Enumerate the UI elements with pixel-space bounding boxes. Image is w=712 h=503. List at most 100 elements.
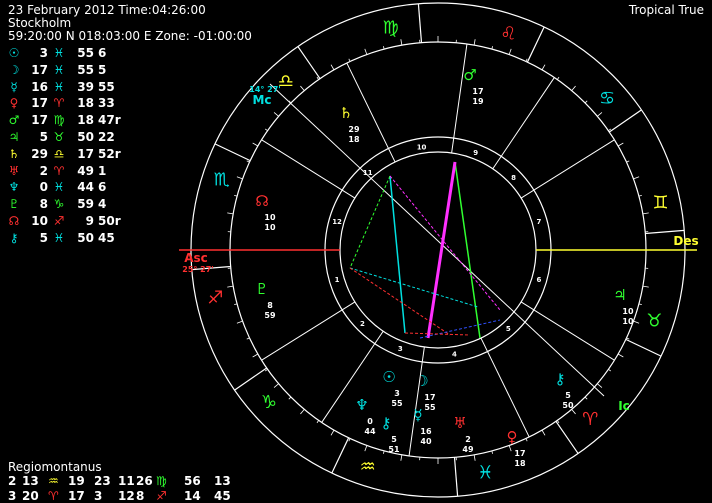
degree-tick <box>541 429 546 436</box>
planet-minute-label: 59 <box>264 311 276 320</box>
degree-tick <box>400 454 403 461</box>
aspect-line <box>349 267 479 308</box>
planet-degree-label: 10 <box>264 213 276 222</box>
zodiac-glyph-icon: ♉ <box>646 310 662 331</box>
degree-tick <box>556 76 560 80</box>
zodiac-glyph-icon: ♍ <box>383 17 399 38</box>
uranus-icon: ♅ <box>453 414 466 432</box>
planet-minute-label: 40 <box>420 437 432 446</box>
aspect-line <box>404 332 471 336</box>
degree-tick <box>273 112 279 117</box>
chart-wheel: ♎♍ ♌♋♊♉♈♓♒♑♐♏123456789101112Asc25° 27'Des… <box>179 2 699 498</box>
planet-degree-label: 17 <box>514 449 525 458</box>
degree-tick <box>246 160 250 163</box>
degree-tick <box>617 353 624 358</box>
planet-degree-label: 17 <box>424 393 435 402</box>
descendant-label: Des <box>673 234 698 248</box>
house-cusp-line <box>261 301 356 361</box>
astrology-chart-window: 23 February 2012 Time:04:26:00 Stockholm… <box>0 0 712 503</box>
house-cusp-line <box>520 139 615 199</box>
mercury-icon: ☿ <box>413 406 422 424</box>
midheaven-label: Mc <box>252 93 271 107</box>
degree-tick <box>227 285 234 288</box>
planet-minute-label: 10 <box>264 223 276 232</box>
zodiac-glyph-icon: ♈ <box>582 409 598 430</box>
jupiter-icon: ♃ <box>613 286 626 304</box>
sign-divider <box>625 338 662 357</box>
planet-degree-label: 0 <box>367 417 373 426</box>
sun-icon: ☉ <box>382 368 395 386</box>
degree-tick <box>571 409 576 415</box>
planet-degree-label: 5 <box>565 391 571 400</box>
degree-tick <box>246 337 250 340</box>
degree-tick <box>541 64 546 71</box>
sign-divider <box>608 109 642 133</box>
venus-icon: ♀ <box>507 428 518 446</box>
aspect-ring <box>339 151 537 349</box>
house-cusp-line <box>492 77 555 170</box>
degree-tick <box>473 454 476 461</box>
saturn-icon: ♄ <box>339 104 352 122</box>
node-icon: ☊ <box>255 192 268 210</box>
chiron-icon: ⚷ <box>381 414 392 432</box>
zodiac-glyph-icon: ♐ <box>207 287 223 308</box>
degree-tick <box>252 353 259 358</box>
aspect-line <box>389 175 406 334</box>
pluto-icon: ♇ <box>255 280 268 298</box>
moon-icon: ☽ <box>415 372 428 390</box>
ascendant-degree: 25° 27' <box>182 265 214 274</box>
sign-divider <box>331 437 350 474</box>
degree-tick <box>252 142 259 147</box>
degree-tick <box>364 445 368 452</box>
planet-degree-label: 17 <box>472 87 483 96</box>
degree-tick <box>300 85 305 91</box>
degree-tick <box>597 383 603 388</box>
house-cusp-line <box>451 43 468 154</box>
degree-tick <box>236 176 243 180</box>
house-cusp-line <box>346 62 396 163</box>
zodiac-glyph-icon: ♋ <box>599 88 615 109</box>
sign-divider <box>555 420 579 454</box>
degree-tick <box>330 64 335 71</box>
ascendant-label: Asc <box>184 251 208 265</box>
house-number: 10 <box>417 143 427 151</box>
aspect-line <box>419 319 501 339</box>
house-number: 2 <box>360 320 365 328</box>
house-number: 7 <box>536 218 541 226</box>
chiron2-icon: ⚷ <box>555 370 566 388</box>
degree-tick <box>508 48 512 55</box>
house-number: 3 <box>398 345 403 353</box>
degree-tick <box>348 58 351 62</box>
degree-tick <box>273 383 279 388</box>
degree-tick <box>642 212 649 215</box>
aspect-line <box>389 175 501 311</box>
degree-tick <box>642 285 649 288</box>
planet-degree-label: 29 <box>348 125 360 134</box>
degree-tick <box>626 337 630 340</box>
house-number: 9 <box>473 149 478 157</box>
house-number: 4 <box>452 351 457 359</box>
degree-tick <box>626 160 630 163</box>
zodiac-glyph-icon: ♏ <box>214 170 230 191</box>
degree-tick <box>288 396 292 400</box>
planet-minute-label: 18 <box>348 135 360 144</box>
aspect-line <box>454 161 481 339</box>
neptune-icon: ♆ <box>355 396 368 414</box>
house-number: 1 <box>335 276 340 284</box>
degree-tick <box>264 368 268 372</box>
aspect-line <box>349 175 391 269</box>
sign-divider <box>234 367 268 391</box>
house-cusp-line <box>480 337 530 438</box>
degree-tick <box>584 396 588 400</box>
degree-tick <box>633 176 640 180</box>
degree-tick <box>473 39 476 46</box>
degree-tick <box>227 212 234 215</box>
midheaven-degree: 14° 27' <box>249 85 281 94</box>
degree-tick <box>633 320 640 324</box>
sign-divider <box>453 457 459 497</box>
planet-minute-label: 44 <box>364 427 376 436</box>
degree-tick <box>348 438 351 442</box>
planet-minute-label: 51 <box>388 445 400 454</box>
imum-coeli-label: Ic <box>618 399 630 413</box>
degree-tick <box>400 39 403 46</box>
